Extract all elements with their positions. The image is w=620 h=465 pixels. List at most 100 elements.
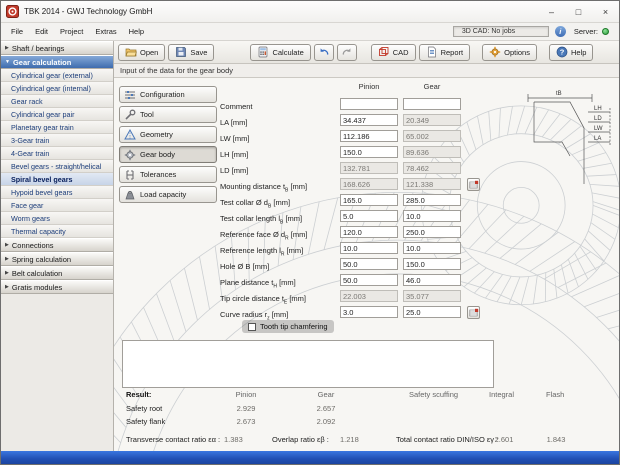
- open-button[interactable]: Open: [118, 43, 166, 61]
- menu-project[interactable]: Project: [54, 25, 89, 38]
- sidebar-item-4-gear-train[interactable]: 4-Gear train: [1, 147, 113, 160]
- pinion-value-input[interactable]: [340, 242, 398, 254]
- sidebar-section-belt-calculation[interactable]: ▶ Belt calculation: [1, 266, 113, 280]
- dim-label-la: LA: [594, 136, 601, 142]
- lookup-button[interactable]: [467, 306, 480, 319]
- app-icon: [6, 5, 19, 18]
- gear-value-input[interactable]: [403, 274, 461, 286]
- safety-root-pinion-value: 2.929: [236, 404, 256, 413]
- options-button[interactable]: Options: [482, 43, 537, 61]
- menu-file[interactable]: File: [5, 25, 29, 38]
- pinion-value-input[interactable]: [340, 178, 398, 190]
- sidebar-item-cylindrical-gear-internal[interactable]: Cylindrical gear (internal): [1, 82, 113, 95]
- taskbar[interactable]: [1, 451, 619, 464]
- sidebar-item-worm-gears[interactable]: Worm gears: [1, 212, 113, 225]
- pinion-value-input[interactable]: [340, 258, 398, 270]
- nav-geometry-button[interactable]: Geometry: [119, 126, 217, 143]
- cad-cube-icon: [378, 47, 389, 56]
- workarea: tB LH LD LW LA Configuration Tool Geomet…: [114, 78, 619, 451]
- lookup-button[interactable]: [467, 178, 480, 191]
- gear-value-input[interactable]: [403, 226, 461, 238]
- menu-extras[interactable]: Extras: [89, 25, 122, 38]
- gear-value-input[interactable]: [403, 178, 461, 190]
- nav-configuration-button[interactable]: Configuration: [119, 86, 217, 103]
- sidebar-section-gratis-modules[interactable]: ▶ Gratis modules: [1, 280, 113, 294]
- configuration-icon: [125, 90, 135, 99]
- expand-arrow-icon: ▶: [5, 256, 9, 262]
- undo-button[interactable]: [313, 43, 334, 61]
- tooth-tip-chamfering-checkbox[interactable]: [248, 322, 256, 331]
- sidebar-section-gear-calculation[interactable]: ▼ Gear calculation: [1, 55, 113, 69]
- pinion-value-input[interactable]: [340, 114, 398, 126]
- sidebar-item-cylindrical-gear-external[interactable]: Cylindrical gear (external): [1, 69, 113, 82]
- cad-button[interactable]: CAD: [370, 43, 416, 61]
- form-column-headers: Pinion Gear: [220, 82, 488, 96]
- pinion-value-input[interactable]: [340, 146, 398, 158]
- gear-value-input[interactable]: [403, 306, 461, 318]
- safety-root-gear-value: 2.657: [316, 404, 336, 413]
- form-row-curve-radius-rz: Curve radius rz [mm]: [220, 304, 488, 322]
- form-row-lw: LW [mm]: [220, 128, 488, 144]
- menu-help[interactable]: Help: [123, 25, 150, 38]
- comment-textarea[interactable]: [122, 340, 494, 388]
- cad-jobs-status[interactable]: 3D CAD: No jobs: [452, 26, 549, 37]
- menu-edit[interactable]: Edit: [29, 25, 54, 38]
- sidebar-item-planetary-gear-train[interactable]: Planetary gear train: [1, 121, 113, 134]
- gear-value-input[interactable]: [403, 98, 461, 110]
- gear-value-input[interactable]: [403, 210, 461, 222]
- info-icon[interactable]: i: [554, 26, 566, 37]
- help-button[interactable]: ? Help: [548, 43, 594, 61]
- options-label: Options: [504, 47, 530, 57]
- pinion-value-input[interactable]: [340, 274, 398, 286]
- redo-button[interactable]: [336, 43, 357, 61]
- sidebar-item-spiral-bevel-gears[interactable]: Spiral bevel gears: [1, 173, 113, 186]
- sidebar-item-cylindrical-gear-pair[interactable]: Cylindrical gear pair: [1, 108, 113, 121]
- form-row-hole-b: Hole Ø B [mm]: [220, 256, 488, 272]
- gear-value-input[interactable]: [403, 146, 461, 158]
- collapse-arrow-icon: ▼: [5, 59, 10, 65]
- pinion-value-input[interactable]: [340, 290, 398, 302]
- pinion-value-input[interactable]: [340, 98, 398, 110]
- pinion-value-input[interactable]: [340, 130, 398, 142]
- maximize-button[interactable]: □: [565, 1, 592, 22]
- pinion-value-input[interactable]: [340, 194, 398, 206]
- gear-value-input[interactable]: [403, 114, 461, 126]
- nav-tolerances-button[interactable]: Tolerances: [119, 166, 217, 183]
- calculate-icon: [259, 46, 268, 58]
- sidebar-item-thermal-capacity[interactable]: Thermal capacity: [1, 225, 113, 238]
- nav-load-capacity-label: Load capacity: [140, 190, 187, 199]
- sidebar-item-3-gear-train[interactable]: 3-Gear train: [1, 134, 113, 147]
- gear-value-input[interactable]: [403, 258, 461, 270]
- gear-value-input[interactable]: [403, 130, 461, 142]
- gear-value-input[interactable]: [403, 162, 461, 174]
- sidebar-section-shaft-bearings[interactable]: ▶ Shaft / bearings: [1, 41, 113, 55]
- sidebar-item-bevel-gears-straight-helical[interactable]: Bevel gears - straight/helical: [1, 160, 113, 173]
- nav-gear-body-button[interactable]: Gear body: [119, 146, 217, 163]
- pinion-value-input[interactable]: [340, 226, 398, 238]
- nav-load-capacity-button[interactable]: Load capacity: [119, 186, 217, 203]
- pinion-value-input[interactable]: [340, 162, 398, 174]
- gear-value-input[interactable]: [403, 242, 461, 254]
- pinion-value-input[interactable]: [340, 210, 398, 222]
- sidebar-item-face-gear[interactable]: Face gear: [1, 199, 113, 212]
- sidebar-item-gear-rack[interactable]: Gear rack: [1, 95, 113, 108]
- gear-value-input[interactable]: [403, 290, 461, 302]
- close-button[interactable]: ×: [592, 1, 619, 22]
- form-rows: CommentLA [mm]LW [mm]LH [mm]LD [mm]Mount…: [220, 96, 488, 322]
- nav-tool-button[interactable]: Tool: [119, 106, 217, 123]
- report-button[interactable]: Report: [418, 43, 471, 61]
- status-infobar: Input of the data for the gear body: [114, 64, 619, 78]
- content-area: ▶ Shaft / bearings ▼ Gear calculation Cylind…: [1, 41, 619, 451]
- minimize-button[interactable]: –: [538, 1, 565, 22]
- section-label: Gratis modules: [11, 282, 63, 292]
- sidebar-section-spring-calculation[interactable]: ▶ Spring calculation: [1, 252, 113, 266]
- section-label: Shaft / bearings: [11, 43, 65, 53]
- calculate-button[interactable]: Calculate: [250, 43, 311, 61]
- tool-icon: [125, 109, 136, 120]
- pinion-value-input[interactable]: [340, 306, 398, 318]
- sidebar-item-hypoid-bevel-gears[interactable]: Hypoid bevel gears: [1, 186, 113, 199]
- sidebar-section-connections[interactable]: ▶ Connections: [1, 238, 113, 252]
- save-button[interactable]: Save: [168, 43, 215, 61]
- section-label: Gear calculation: [12, 57, 72, 67]
- gear-value-input[interactable]: [403, 194, 461, 206]
